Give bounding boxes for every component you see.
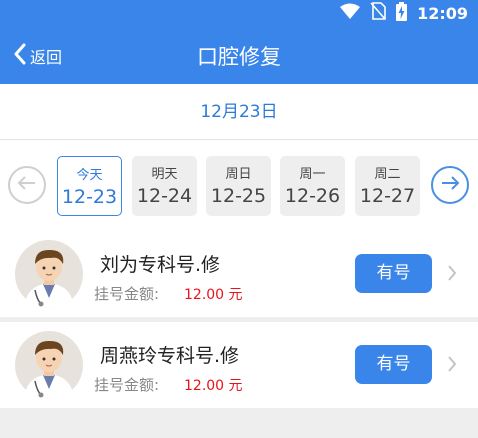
status-icons: 12:09 (340, 1, 468, 25)
day-week-label: 周日 (225, 167, 252, 182)
no-sim-icon (370, 2, 386, 24)
day-tab-2[interactable]: 周日 12-25 (206, 156, 271, 216)
chevron-right-icon (447, 264, 457, 286)
app-bar: 返回 口腔修复 (0, 27, 478, 84)
day-selector: 今天 12-23 明天 12-24 周日 12-25 周一 12-26 周二 1… (0, 140, 478, 232)
page-title: 口腔修复 (197, 45, 281, 69)
doctor-card[interactable]: 周燕玲专科号.修 挂号金额: 12.00 元 有号 (0, 322, 478, 408)
arrow-left-icon (17, 175, 37, 195)
doctor-card[interactable]: 刘为专科号.修 挂号金额: 12.00 元 有号 (0, 231, 478, 317)
day-date-label: 12-24 (136, 185, 193, 207)
available-button[interactable]: 有号 (355, 345, 432, 384)
chevron-right-icon (447, 355, 457, 377)
day-tab-4[interactable]: 周二 12-27 (355, 156, 420, 216)
day-tab-1[interactable]: 明天 12-24 (132, 156, 197, 216)
doctor-avatar-icon (15, 240, 83, 308)
available-button[interactable]: 有号 (355, 254, 432, 293)
day-tab-3[interactable]: 周一 12-26 (280, 156, 345, 216)
fee-label: 挂号金额: (94, 285, 160, 303)
day-week-label: 周一 (299, 167, 326, 182)
doctor-name: 周燕玲专科号.修 (100, 345, 240, 367)
day-date-label: 12-25 (210, 185, 267, 207)
doctor-avatar-icon (15, 331, 83, 399)
status-time: 12:09 (417, 3, 468, 23)
fee-amount: 12.00 元 (184, 378, 243, 394)
doctor-name: 刘为专科号.修 (100, 254, 221, 276)
day-week-label: 今天 (76, 168, 103, 183)
day-date-label: 12-26 (284, 185, 341, 207)
wifi-icon (340, 3, 361, 23)
day-week-label: 周二 (374, 167, 401, 182)
day-tab-0[interactable]: 今天 12-23 (57, 156, 122, 216)
fee-label: 挂号金额: (94, 376, 160, 394)
prev-days-button[interactable] (8, 166, 46, 204)
arrow-right-icon (440, 175, 460, 195)
selected-date-label: 12月23日 (0, 84, 478, 140)
day-date-label: 12-27 (359, 185, 416, 207)
fee-amount: 12.00 元 (184, 287, 243, 303)
next-days-button[interactable] (431, 166, 469, 204)
day-date-label: 12-23 (61, 186, 118, 208)
battery-charging-icon (396, 1, 408, 25)
day-week-label: 明天 (151, 167, 178, 182)
status-bar: 12:09 (0, 0, 478, 27)
